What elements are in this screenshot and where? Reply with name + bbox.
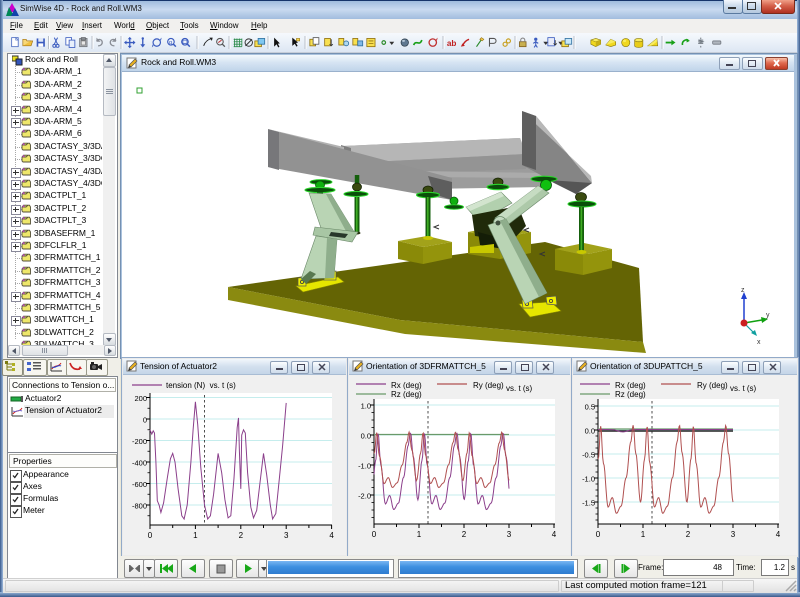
svg-text:4: 4 <box>776 530 781 539</box>
svg-text:200: 200 <box>134 394 147 403</box>
svg-text:3: 3 <box>284 531 289 540</box>
svg-text:-200: -200 <box>132 437 147 446</box>
svg-text:Rx (deg): Rx (deg) <box>615 381 646 390</box>
svg-text:Ry (deg): Ry (deg) <box>473 381 504 390</box>
svg-text:1: 1 <box>193 531 198 540</box>
svg-text:0.5: 0.5 <box>585 403 595 412</box>
svg-text:1: 1 <box>417 530 422 539</box>
svg-text:vs. t (s): vs. t (s) <box>730 384 757 393</box>
svg-text:-2.0: -2.0 <box>358 492 371 501</box>
svg-text:0: 0 <box>143 416 147 425</box>
svg-text:4: 4 <box>552 530 557 539</box>
svg-text:0.0: 0.0 <box>361 432 371 441</box>
svg-text:-1.5: -1.5 <box>582 499 595 508</box>
svg-text:-0.5: -0.5 <box>582 451 595 460</box>
svg-text:-600: -600 <box>132 480 147 489</box>
svg-text:-800: -800 <box>132 502 147 511</box>
svg-text:Rx (deg): Rx (deg) <box>391 381 422 390</box>
svg-text:Ry (deg): Ry (deg) <box>697 381 728 390</box>
svg-text:4: 4 <box>329 531 334 540</box>
svg-text:-1.0: -1.0 <box>582 475 595 484</box>
svg-text:q: q <box>169 40 172 46</box>
svg-text:y: y <box>766 312 770 319</box>
svg-text:0: 0 <box>148 531 153 540</box>
svg-text:3: 3 <box>507 530 512 539</box>
svg-text:0.0: 0.0 <box>585 427 595 436</box>
svg-text:-1.0: -1.0 <box>358 462 371 471</box>
svg-text:0: 0 <box>372 530 377 539</box>
svg-text:2: 2 <box>239 531 244 540</box>
svg-text:tension (N) vs. t (s): tension (N) vs. t (s) <box>166 381 236 390</box>
svg-text:Rz (deg): Rz (deg) <box>615 390 646 399</box>
svg-text:Rz (deg): Rz (deg) <box>391 390 422 399</box>
svg-text:1.0: 1.0 <box>361 402 371 411</box>
svg-text:x: x <box>757 339 761 346</box>
svg-text:3: 3 <box>731 530 736 539</box>
svg-text:1: 1 <box>641 530 646 539</box>
svg-text:vs. t (s): vs. t (s) <box>506 384 533 393</box>
svg-text:2: 2 <box>686 530 691 539</box>
svg-text:0: 0 <box>596 530 601 539</box>
svg-text:2: 2 <box>462 530 467 539</box>
svg-text:z: z <box>741 287 745 294</box>
svg-text:ab: ab <box>447 39 457 48</box>
svg-text:-400: -400 <box>132 459 147 468</box>
